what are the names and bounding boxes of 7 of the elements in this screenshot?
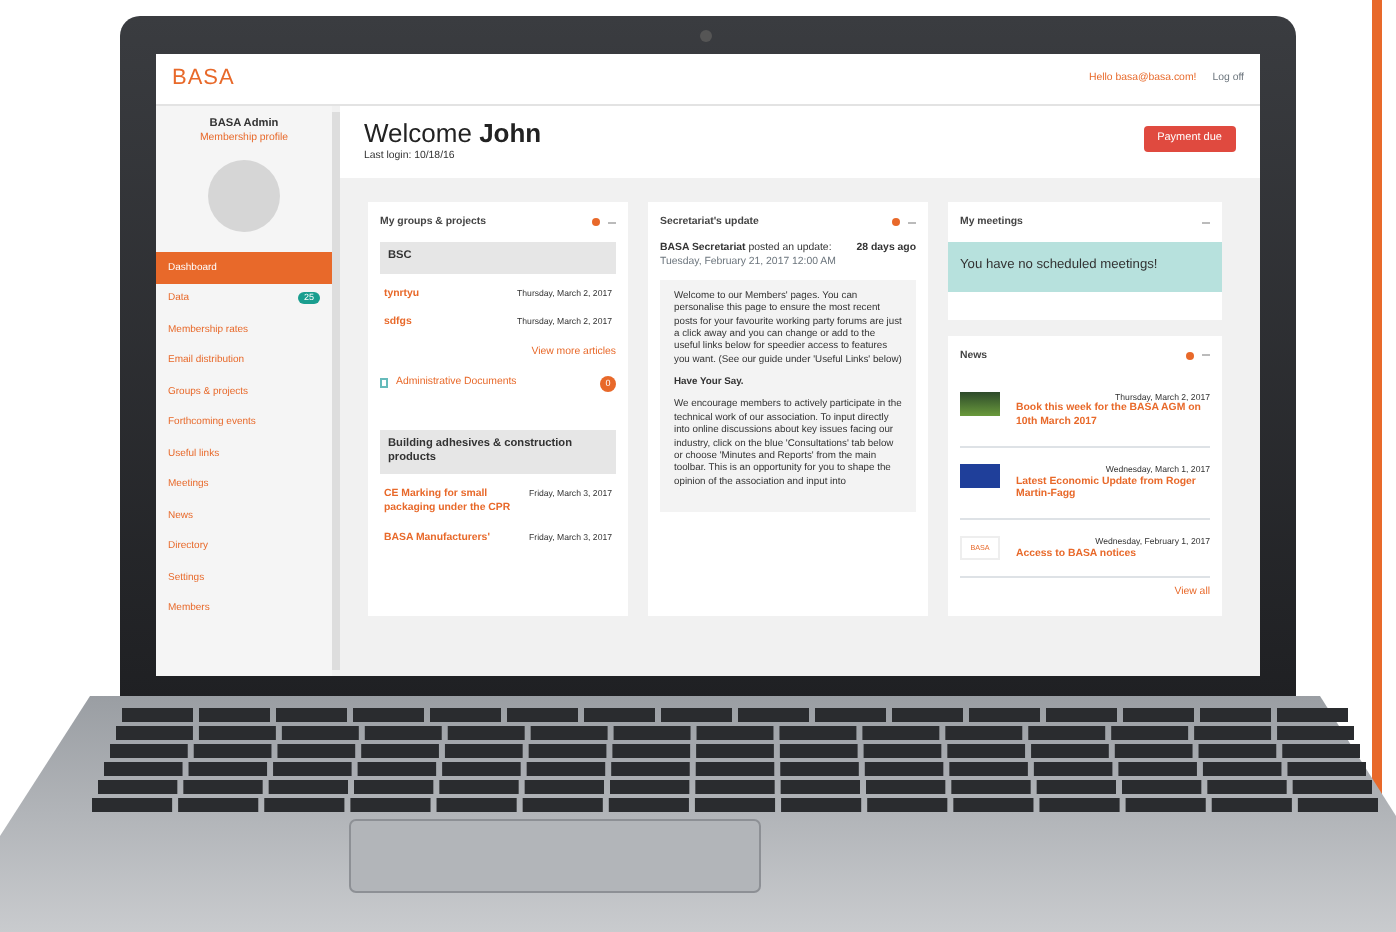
camera-icon bbox=[700, 30, 712, 42]
document-icon bbox=[380, 378, 388, 389]
welcome-title: Welcome John bbox=[364, 118, 542, 150]
logo[interactable]: BASA bbox=[172, 64, 235, 94]
photo-placeholder bbox=[960, 391, 1000, 416]
avatar-placeholder bbox=[208, 160, 280, 233]
flag-icon bbox=[960, 463, 1000, 488]
